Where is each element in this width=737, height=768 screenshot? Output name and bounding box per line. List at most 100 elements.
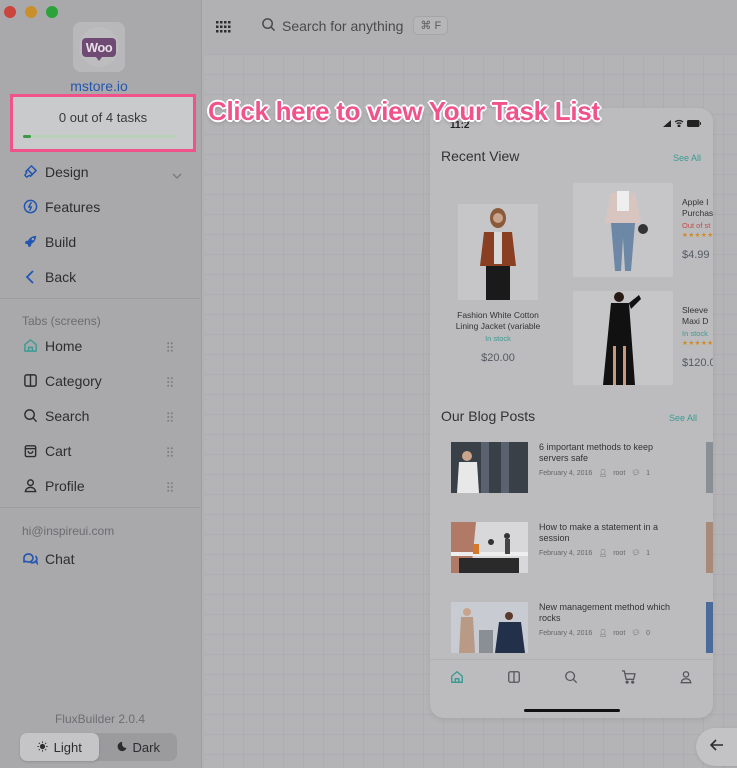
battery-icon xyxy=(687,119,701,127)
nav-item-features[interactable]: Features xyxy=(0,189,200,224)
blog-post[interactable]: 6 important methods to keep servers safe… xyxy=(451,442,713,493)
blog-title: Our Blog Posts xyxy=(441,408,536,424)
support-nav: Chat xyxy=(0,541,200,576)
app-logo[interactable]: Woo xyxy=(73,22,125,72)
comment-icon: 💬︎ xyxy=(631,630,641,637)
window-controls xyxy=(4,6,58,18)
product-info: Fashion White Cotton Lining Jacket (varia… xyxy=(442,306,554,364)
blog-see-all[interactable]: See All xyxy=(669,413,697,423)
recent-view-see-all[interactable]: See All xyxy=(673,153,701,163)
product-name: Apple I Purchas xyxy=(682,197,713,218)
blog-info: How to make a statement in a session Feb… xyxy=(539,522,679,573)
app-version: FluxBuilder 2.0.4 xyxy=(54,712,146,726)
drag-handle-icon[interactable] xyxy=(167,479,173,495)
cart-icon xyxy=(22,443,38,459)
blog-post[interactable]: How to make a statement in a session Feb… xyxy=(451,522,713,573)
tab-item-profile[interactable]: Profile xyxy=(0,468,200,503)
divider xyxy=(0,298,200,299)
stock-status: Out of st xyxy=(682,221,711,230)
product-card[interactable]: Apple I Purchas Out of st ★★★★★ $4.99 xyxy=(573,183,713,277)
nav-item-back[interactable]: Back xyxy=(0,259,200,294)
signal-icon xyxy=(663,119,671,127)
tab-label: Cart xyxy=(45,442,72,459)
light-label: Light xyxy=(53,739,82,755)
theme-toggle: Light Dark xyxy=(20,733,177,761)
tab-label: Category xyxy=(45,372,102,389)
rating-stars: ★★★★★ xyxy=(682,232,713,239)
nav-label: Chat xyxy=(45,550,75,567)
blog-post-comments: 0 xyxy=(646,629,651,637)
minimize-window-button[interactable] xyxy=(25,6,37,18)
blog-post-date: February 4, 2016 xyxy=(539,469,593,477)
category-icon xyxy=(22,373,38,389)
nav-item-chat[interactable]: Chat xyxy=(0,541,200,576)
sidebar: Woo mstore.io 0 out of 4 tasks Design Fe… xyxy=(0,0,202,768)
woocommerce-logo-icon: Woo xyxy=(79,27,119,67)
cart-icon[interactable] xyxy=(621,670,636,689)
recent-view-title: Recent View xyxy=(441,148,520,164)
product-price: $120.0 xyxy=(682,357,713,369)
drag-handle-icon[interactable] xyxy=(167,339,173,355)
nav-item-build[interactable]: Build xyxy=(0,224,200,259)
blog-post-title: How to make a statement in a session xyxy=(539,522,659,543)
product-card[interactable]: Sleeve Maxi D In stock ★★★★★ $120.0 xyxy=(573,291,713,385)
dark-theme-button[interactable]: Dark xyxy=(99,733,178,761)
apps-grid-icon[interactable] xyxy=(216,20,231,38)
profile-icon[interactable] xyxy=(679,670,693,689)
product-info: Apple I Purchas Out of st ★★★★★ $4.99 xyxy=(682,183,713,277)
brush-icon xyxy=(22,164,38,180)
tab-item-cart[interactable]: Cart xyxy=(0,433,200,468)
dark-label: Dark xyxy=(132,739,160,755)
product-image xyxy=(573,183,673,277)
task-progress-bar xyxy=(23,135,177,138)
drag-handle-icon[interactable] xyxy=(167,409,173,425)
tab-item-home[interactable]: Home xyxy=(0,328,200,363)
chat-icon xyxy=(22,551,38,567)
maximize-window-button[interactable] xyxy=(46,6,58,18)
moon-icon xyxy=(116,740,127,755)
main-nav: Design Features Build Back xyxy=(0,154,200,294)
rocket-icon xyxy=(22,234,38,250)
keyboard-shortcut-badge: ⌘ F xyxy=(413,16,449,35)
drag-handle-icon[interactable] xyxy=(167,374,173,390)
collapse-panel-button[interactable] xyxy=(696,728,737,766)
home-icon xyxy=(22,338,38,354)
author-icon: 👤︎ xyxy=(598,630,608,637)
global-search[interactable]: Search for anything ⌘ F xyxy=(261,16,449,35)
blog-image xyxy=(451,522,528,573)
blog-post[interactable]: New management method which rocks Februa… xyxy=(451,602,713,653)
store-name-link[interactable]: mstore.io xyxy=(0,78,198,94)
stock-status: In stock xyxy=(682,329,708,338)
home-indicator xyxy=(524,709,620,712)
product-name: Sleeve Maxi D xyxy=(682,305,709,326)
light-theme-button[interactable]: Light xyxy=(20,733,99,761)
nav-item-design[interactable]: Design xyxy=(0,154,200,189)
phone-preview: 11:2 Recent View See All Fashion White C… xyxy=(430,108,713,718)
tab-item-category[interactable]: Category xyxy=(0,363,200,398)
blog-image-peek xyxy=(706,522,713,573)
tab-item-search[interactable]: Search xyxy=(0,398,200,433)
blog-image-peek xyxy=(706,602,713,653)
task-list-callout: Click here to view Your Task List xyxy=(208,96,600,126)
search-icon[interactable] xyxy=(564,670,578,689)
drag-handle-icon[interactable] xyxy=(167,444,173,460)
product-card[interactable] xyxy=(458,204,538,300)
wifi-icon xyxy=(674,119,684,127)
author-icon: 👤︎ xyxy=(598,470,608,477)
rating-stars: ★★★★★ xyxy=(682,340,713,347)
task-count-label: 0 out of 4 tasks xyxy=(58,110,148,125)
phone-tabbar xyxy=(450,670,693,689)
chevron-down-icon[interactable] xyxy=(172,166,182,182)
blog-post-author: root xyxy=(613,629,626,637)
product-name: Fashion White Cotton Lining Jacket (varia… xyxy=(455,310,541,331)
search-placeholder[interactable]: Search for anything xyxy=(282,18,403,34)
blog-post-author: root xyxy=(613,469,626,477)
arrow-left-icon xyxy=(709,738,724,756)
category-icon[interactable] xyxy=(507,670,521,689)
blog-image-peek xyxy=(706,442,713,493)
task-list-card[interactable]: 0 out of 4 tasks xyxy=(10,94,196,152)
product-info: Sleeve Maxi D In stock ★★★★★ $120.0 xyxy=(682,291,713,385)
blog-post-date: February 4, 2016 xyxy=(539,549,593,557)
close-window-button[interactable] xyxy=(4,6,16,18)
home-icon[interactable] xyxy=(450,670,464,689)
